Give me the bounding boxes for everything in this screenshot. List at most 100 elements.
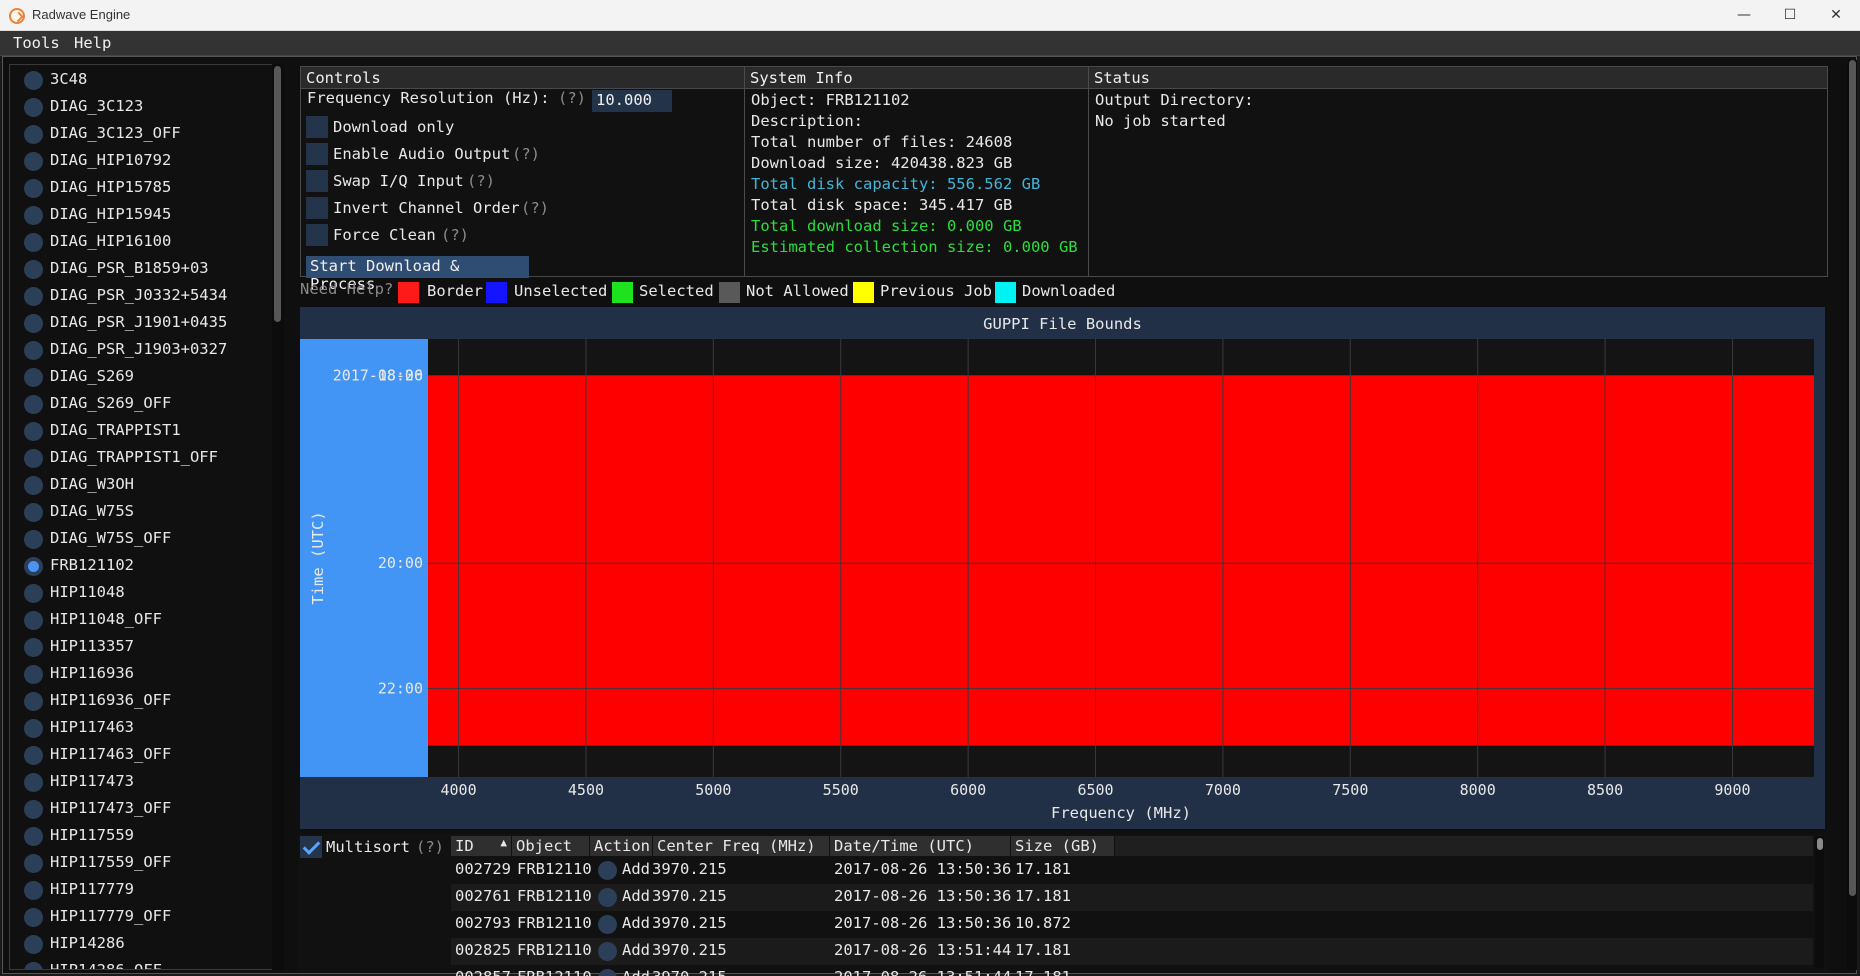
radio-button-icon[interactable] — [24, 854, 43, 873]
radio-button-icon[interactable] — [24, 881, 43, 900]
radio-button-icon[interactable] — [24, 773, 43, 792]
radio-button-icon[interactable] — [24, 503, 43, 522]
sidebar-item[interactable]: DIAG_PSR_J0332+5434 — [18, 283, 270, 307]
table-cell[interactable]: Add — [622, 887, 650, 905]
radio-button-icon[interactable] — [24, 665, 43, 684]
column-header[interactable]: Object — [512, 836, 590, 856]
radio-button-icon[interactable] — [24, 233, 43, 252]
sidebar-item[interactable]: DIAG_PSR_J1903+0327 — [18, 337, 270, 361]
column-header[interactable]: Size (GB) — [1011, 836, 1115, 856]
main-scrollbar-thumb[interactable] — [1849, 60, 1856, 896]
radio-button-icon[interactable] — [24, 935, 43, 954]
download-only-checkbox[interactable] — [306, 116, 328, 138]
radio-button-icon[interactable] — [24, 800, 43, 819]
sidebar-item[interactable]: DIAG_S269_OFF — [18, 391, 270, 415]
radio-button-icon[interactable] — [24, 449, 43, 468]
sidebar-item[interactable]: HIP117473_OFF — [18, 796, 270, 820]
close-button[interactable]: ✕ — [1813, 0, 1859, 31]
maximize-button[interactable]: ☐ — [1767, 0, 1813, 31]
sidebar-item[interactable]: HIP117473 — [18, 769, 270, 793]
sidebar-item[interactable]: HIP117559_OFF — [18, 850, 270, 874]
sidebar-item[interactable]: HIP116936_OFF — [18, 688, 270, 712]
sidebar-item[interactable]: DIAG_PSR_J1901+0435 — [18, 310, 270, 334]
radio-button-icon[interactable] — [24, 314, 43, 333]
sidebar-item[interactable]: HIP117779 — [18, 877, 270, 901]
radio-button-icon[interactable] — [24, 71, 43, 90]
sidebar-item[interactable]: FRB121102 — [18, 553, 270, 577]
add-action-icon[interactable] — [598, 915, 617, 934]
table-cell[interactable]: Add — [622, 941, 650, 959]
start-download-process-button[interactable]: Start Download & Process — [306, 256, 529, 293]
enable-audio-output-help[interactable]: (?) — [512, 145, 540, 163]
sidebar-item[interactable]: DIAG_S269 — [18, 364, 270, 388]
sidebar-item[interactable]: HIP14286_OFF — [18, 958, 270, 969]
radio-button-icon[interactable] — [24, 341, 43, 360]
sidebar-item[interactable]: DIAG_W3OH — [18, 472, 270, 496]
table-cell[interactable]: Add — [622, 968, 650, 976]
swap-iq-input-checkbox[interactable] — [306, 170, 328, 192]
table-scrollbar-track[interactable] — [1815, 836, 1824, 968]
table-row[interactable]: 002761 FRB12110 Add 3970.215 2017-08-26 13:5… — [451, 884, 1813, 911]
need-help-link[interactable]: Need Help? — [300, 280, 393, 298]
menu-tools[interactable]: Tools — [13, 34, 60, 52]
minimize-button[interactable]: — — [1721, 0, 1767, 31]
frequency-resolution-input[interactable]: 10.000 — [592, 90, 672, 112]
sidebar-item[interactable]: HIP117463 — [18, 715, 270, 739]
sidebar-item[interactable]: HIP11048_OFF — [18, 607, 270, 631]
sidebar-item[interactable]: DIAG_TRAPPIST1 — [18, 418, 270, 442]
column-header[interactable]: ID ▲ — [451, 836, 512, 856]
radio-button-icon[interactable] — [24, 98, 43, 117]
menu-help[interactable]: Help — [74, 34, 111, 52]
add-action-icon[interactable] — [598, 888, 617, 907]
sidebar-item[interactable]: DIAG_PSR_B1859+03 — [18, 256, 270, 280]
radio-button-icon[interactable] — [24, 611, 43, 630]
add-action-icon[interactable] — [598, 861, 617, 880]
sidebar-item[interactable]: HIP117559 — [18, 823, 270, 847]
radio-button-icon[interactable] — [24, 152, 43, 171]
table-row[interactable]: 002729 FRB12110 Add 3970.215 2017-08-26 13:5… — [451, 857, 1813, 884]
radio-button-icon[interactable] — [24, 827, 43, 846]
sidebar-item[interactable]: DIAG_W75S — [18, 499, 270, 523]
radio-button-icon[interactable] — [24, 638, 43, 657]
radio-button-icon[interactable] — [24, 422, 43, 441]
sidebar-item[interactable]: 3C48 — [18, 67, 270, 91]
table-row[interactable]: 002825 FRB12110 Add 3970.215 2017-08-26 13:5… — [451, 938, 1813, 965]
radio-button-icon[interactable] — [24, 476, 43, 495]
frequency-help[interactable]: (?) — [558, 89, 586, 107]
radio-button-icon[interactable] — [24, 125, 43, 144]
add-action-icon[interactable] — [598, 969, 617, 976]
multisort-help[interactable]: (?) — [416, 838, 444, 856]
table-cell[interactable]: Add — [622, 860, 650, 878]
radio-button-icon[interactable] — [24, 908, 43, 927]
invert-channel-order-checkbox[interactable] — [306, 197, 328, 219]
sidebar-item[interactable]: HIP113357 — [18, 634, 270, 658]
force-clean-help[interactable]: (?) — [441, 226, 469, 244]
radio-button-icon[interactable] — [24, 692, 43, 711]
column-header[interactable]: Center Freq (MHz) — [653, 836, 830, 856]
column-header[interactable]: Date/Time (UTC) — [830, 836, 1011, 856]
sidebar-item[interactable]: DIAG_3C123_OFF — [18, 121, 270, 145]
radio-button-icon[interactable] — [24, 368, 43, 387]
column-header[interactable]: Action — [590, 836, 653, 856]
radio-button-icon[interactable] — [24, 395, 43, 414]
sidebar-item[interactable]: DIAG_HIP10792 — [18, 148, 270, 172]
multisort-checkbox[interactable] — [300, 836, 322, 858]
radio-button-icon[interactable] — [24, 557, 43, 576]
sidebar-item[interactable]: HIP14286 — [18, 931, 270, 955]
invert-channel-order-help[interactable]: (?) — [521, 199, 549, 217]
table-row[interactable]: 002857 FRB12110 Add3970.215 2017-08-26 13:5… — [451, 965, 1813, 976]
add-action-icon[interactable] — [598, 942, 617, 961]
sidebar-item[interactable]: HIP116936 — [18, 661, 270, 685]
radio-button-icon[interactable] — [24, 179, 43, 198]
table-row[interactable]: 002793 FRB12110 Add 3970.215 2017-08-26 13:5… — [451, 911, 1813, 938]
sidebar-item[interactable]: DIAG_HIP15945 — [18, 202, 270, 226]
sidebar-scrollbar-thumb[interactable] — [274, 66, 281, 322]
plot-svg[interactable]: 4000 4500 5000 5500 6000 6500 7000 7500 8000 8500… — [300, 307, 1825, 829]
radio-button-icon[interactable] — [24, 530, 43, 549]
sidebar-item[interactable]: HIP117463_OFF — [18, 742, 270, 766]
radio-button-icon[interactable] — [24, 746, 43, 765]
sidebar-item[interactable]: DIAG_3C123 — [18, 94, 270, 118]
sidebar-item[interactable]: HIP11048 — [18, 580, 270, 604]
swap-iq-input-help[interactable]: (?) — [467, 172, 495, 190]
table-scrollbar-thumb[interactable] — [1817, 838, 1823, 850]
